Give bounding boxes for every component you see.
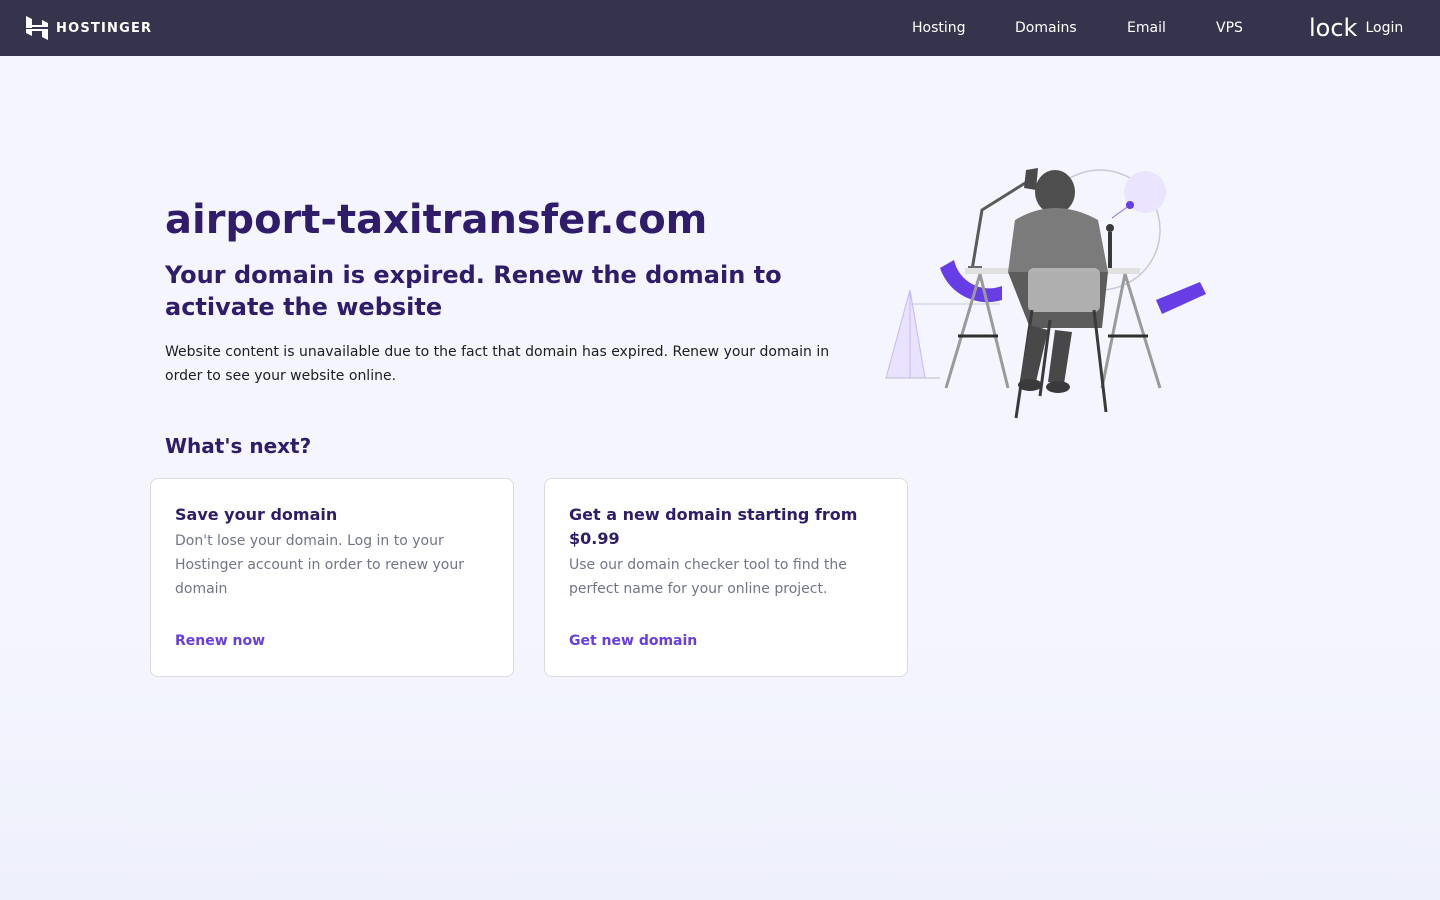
brand-name: HOSTINGER bbox=[56, 20, 153, 36]
expired-status-heading: Your domain is expired. Renew the domain… bbox=[165, 261, 782, 321]
whats-next-heading: What's next? bbox=[165, 434, 312, 458]
nav-vps[interactable]: VPS bbox=[1216, 0, 1243, 56]
new-domain-card: Get a new domain starting from $0.99 Use… bbox=[544, 478, 908, 677]
save-domain-card: Save your domain Don't lose your domain.… bbox=[150, 478, 514, 677]
card-text: Use our domain checker tool to find the … bbox=[569, 557, 847, 597]
person-at-desk-illustration bbox=[885, 168, 1206, 419]
card-title: Get a new domain starting from $0.99 bbox=[569, 505, 858, 548]
renew-now-link[interactable]: Renew now bbox=[175, 629, 265, 653]
lock-icon: lock bbox=[1309, 14, 1358, 42]
login-label: Login bbox=[1365, 20, 1404, 36]
hostinger-logo-icon bbox=[26, 16, 48, 40]
top-navigation-bar: HOSTINGER Hosting Domains Email VPS lock… bbox=[0, 0, 1440, 56]
login-button[interactable]: lock Login bbox=[1309, 0, 1403, 56]
card-text: Don't lose your domain. Log in to your H… bbox=[175, 533, 464, 597]
card-title: Save your domain bbox=[175, 505, 338, 524]
domain-title: airport-taxitransfer.com bbox=[165, 197, 708, 243]
get-new-domain-link[interactable]: Get new domain bbox=[569, 629, 697, 653]
expired-description: Website content is unavailable due to th… bbox=[165, 344, 830, 384]
nav-hosting[interactable]: Hosting bbox=[912, 0, 966, 56]
hostinger-logo-link[interactable]: HOSTINGER bbox=[26, 16, 152, 40]
nav-email[interactable]: Email bbox=[1127, 0, 1166, 56]
nav-domains[interactable]: Domains bbox=[1015, 0, 1077, 56]
